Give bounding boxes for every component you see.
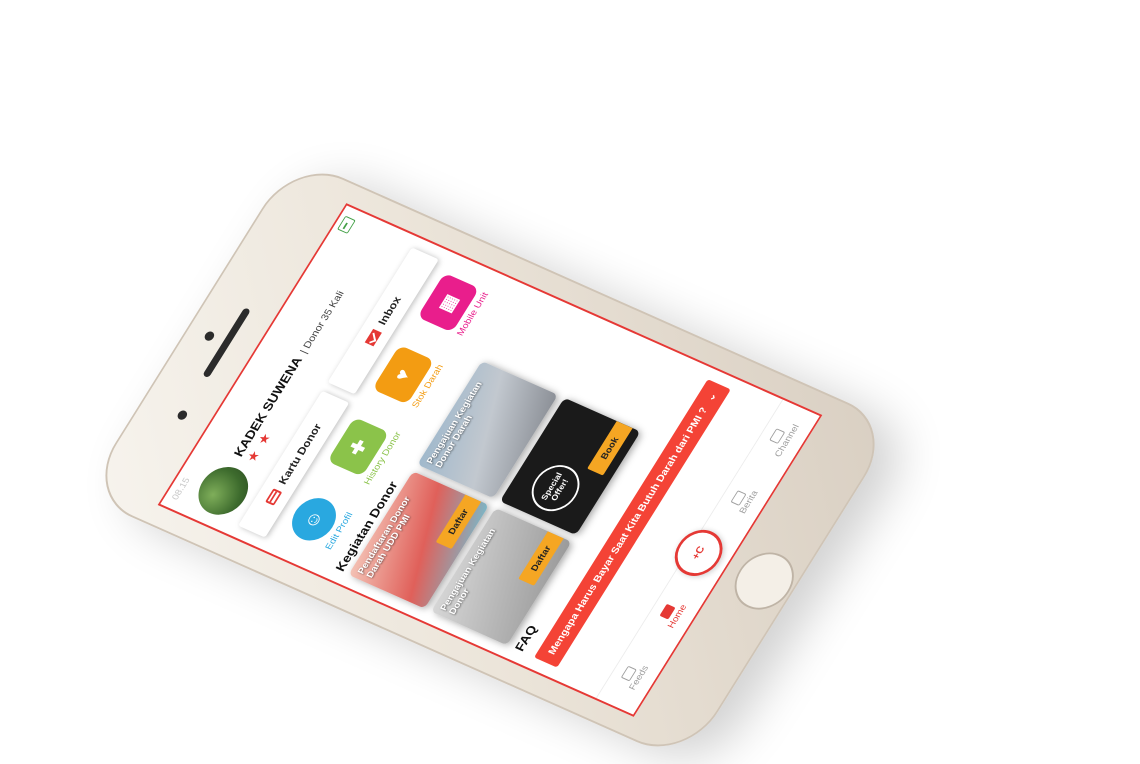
phone-device: 08.15 KADEK SUWENA | Donor 35 Kali ★ ★ K…: [82, 156, 898, 764]
tab-home[interactable]: Home: [647, 585, 698, 644]
special-offer-badge: Special Offer!: [522, 458, 589, 519]
home-button[interactable]: [723, 543, 806, 619]
chevron-down-icon: ⌄: [704, 390, 720, 403]
tab-berita[interactable]: Berita: [718, 470, 769, 529]
mail-icon: [364, 329, 382, 347]
card-icon: [264, 488, 282, 506]
tab-feeds[interactable]: Feeds: [609, 646, 660, 705]
tab-channel[interactable]: Channel: [757, 409, 808, 468]
proximity-sensor: [175, 409, 189, 422]
stage: 08.15 KADEK SUWENA | Donor 35 Kali ★ ★ K…: [0, 0, 1140, 764]
inbox-label: Inbox: [375, 294, 404, 327]
front-camera: [202, 330, 217, 343]
pmi-logo[interactable]: +C: [665, 522, 732, 583]
app-screen: 08.15 KADEK SUWENA | Donor 35 Kali ★ ★ K…: [157, 203, 823, 717]
